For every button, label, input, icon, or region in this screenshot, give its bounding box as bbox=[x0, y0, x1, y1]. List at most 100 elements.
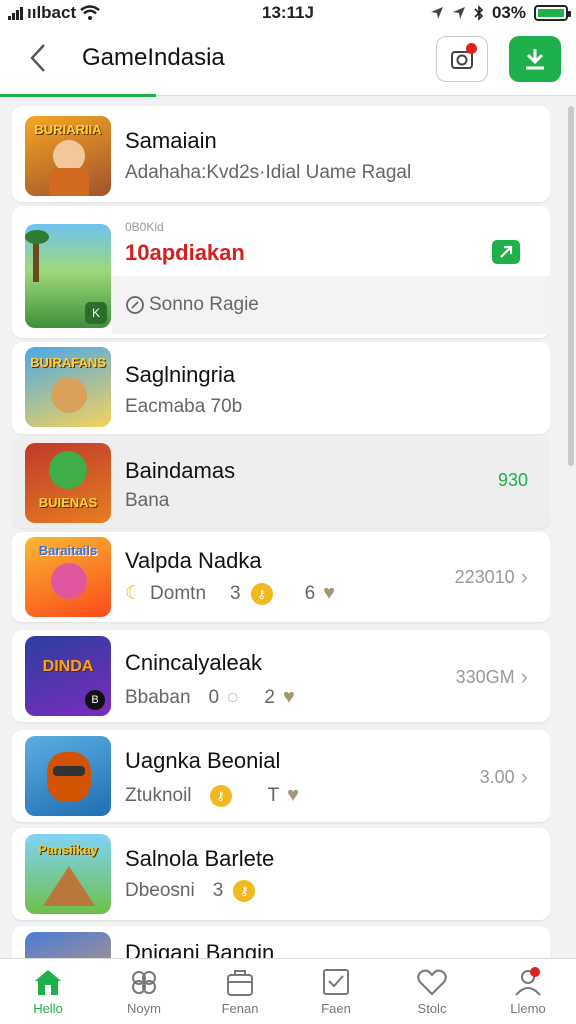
nav-label: Stolc bbox=[417, 1001, 447, 1016]
item-subtitle: Eacmaba 70b bbox=[125, 396, 243, 417]
clover-icon bbox=[132, 971, 156, 994]
game-thumbnail bbox=[25, 932, 111, 958]
nav-label: Noym bbox=[127, 1001, 161, 1016]
nav-label: Llemo bbox=[510, 1001, 546, 1016]
chevron-left-icon bbox=[30, 44, 45, 72]
bottom-navigation: Hello Noym Fenan Faen Stolc Llemo bbox=[0, 958, 576, 1024]
open-button[interactable] bbox=[492, 240, 520, 264]
thumbnail-title: Pansiikay bbox=[38, 842, 98, 857]
page-title: GameIndasia bbox=[82, 44, 225, 71]
item-subtitle: Bana bbox=[125, 490, 170, 511]
game-thumbnail: BURIARIIA bbox=[25, 116, 111, 196]
list-item[interactable]: Baraitails Valpda Nadka ☾ Domtn 3 ⚷ 6 ♥ … bbox=[12, 532, 550, 622]
list-item[interactable]: BUIRAFANS Saglningria Eacmaba 70b bbox=[12, 342, 550, 434]
nav-item-home[interactable]: Hello bbox=[0, 959, 96, 1024]
list-item[interactable]: Uagnka Beonial Ztuknoil ⚷ T ♥ 3.00 › bbox=[12, 730, 550, 822]
camera-button[interactable] bbox=[436, 36, 488, 82]
apple-icon: ◌ bbox=[227, 686, 239, 708]
item-title: Dnigani Bangin bbox=[125, 940, 275, 958]
notification-dot bbox=[530, 967, 540, 977]
game-thumbnail: K bbox=[25, 224, 111, 328]
back-button[interactable] bbox=[18, 38, 58, 78]
item-subtitle: Domtn bbox=[150, 582, 207, 604]
thumbnail-title: BUIENAS bbox=[38, 495, 98, 510]
item-meta: 3.00 bbox=[479, 766, 515, 787]
key-icon: ⚷ bbox=[233, 880, 256, 902]
item-subtitle: Sonno Ragie bbox=[149, 294, 259, 315]
item-subtitle: Ztuknoil bbox=[125, 784, 192, 806]
thumbnail-title: Baraitails bbox=[38, 543, 98, 558]
item-meta: 223010 bbox=[454, 566, 515, 587]
list-item[interactable]: K 0B0Kid 10apdiakan Sonno Ragie bbox=[12, 206, 550, 338]
list-item[interactable]: DINDA B Cnincalyaleak Bbaban 0 ◌ 2 ♥ 330… bbox=[12, 630, 550, 722]
list-item[interactable]: BUIENAS Baindamas Bana 930 bbox=[12, 438, 550, 528]
item-subtitle: Adahaha:Kvd2s·Idial Uame Ragal bbox=[125, 162, 412, 183]
chevron-right-icon: › bbox=[520, 664, 528, 689]
chevron-right-icon: › bbox=[520, 764, 528, 789]
airplane-icon bbox=[452, 7, 465, 19]
tab-indicator bbox=[0, 94, 156, 97]
nav-label: Faen bbox=[321, 1001, 351, 1016]
nav-item-3[interactable]: Fenan bbox=[192, 959, 288, 1024]
scrollbar[interactable] bbox=[568, 106, 574, 466]
game-thumbnail: DINDA B bbox=[25, 636, 111, 716]
heart-icon bbox=[417, 969, 447, 996]
item-title: 10apdiakan bbox=[125, 240, 245, 265]
stat-count: 3 bbox=[230, 582, 241, 604]
key-icon: ⚷ bbox=[250, 582, 273, 605]
download-icon bbox=[526, 49, 544, 70]
checkbox-icon bbox=[323, 969, 349, 995]
thumbnail-title: BUIRAFANS bbox=[30, 355, 106, 370]
status-bar: ıılbact 13:11J 03% bbox=[0, 0, 576, 26]
thumbnail-title: BURIARIIA bbox=[34, 122, 102, 137]
stat-count: 0 bbox=[208, 686, 220, 708]
clock-icon bbox=[126, 296, 144, 314]
heart-icon: ♥ bbox=[287, 784, 300, 806]
top-app-bar: GameIndasia bbox=[0, 26, 576, 97]
location-icon bbox=[430, 7, 443, 19]
game-list: BURIARIIA Samaiain Adahaha:Kvd2s·Idial U… bbox=[12, 106, 550, 958]
open-arrow-icon bbox=[500, 245, 513, 258]
nav-item-5[interactable]: Stolc bbox=[384, 959, 480, 1024]
stat-count: 3 bbox=[212, 880, 224, 901]
nav-item-2[interactable]: Noym bbox=[96, 959, 192, 1024]
item-title: Saglningria bbox=[125, 362, 236, 387]
game-thumbnail: BUIENAS bbox=[25, 443, 111, 523]
item-title: Cnincalyaleak bbox=[125, 650, 262, 675]
list-item[interactable]: Dnigani Bangin bbox=[12, 926, 550, 958]
nav-item-4[interactable]: Faen bbox=[288, 959, 384, 1024]
heart-icon: ♥ bbox=[323, 582, 336, 604]
nav-item-profile[interactable]: Llemo bbox=[480, 959, 576, 1024]
key-icon: ⚷ bbox=[209, 784, 232, 807]
item-title: Uagnka Beonial bbox=[125, 748, 281, 773]
chevron-right-icon: › bbox=[520, 564, 528, 589]
list-item[interactable]: Pansiikay Salnola Barlete Dbeosni 3 ⚷ bbox=[12, 828, 550, 920]
game-thumbnail: BUIRAFANS bbox=[25, 347, 111, 427]
corner-badge: B bbox=[85, 690, 105, 710]
list-item[interactable]: BURIARIIA Samaiain Adahaha:Kvd2s·Idial U… bbox=[12, 106, 550, 202]
bluetooth-icon bbox=[474, 5, 484, 21]
battery-icon bbox=[534, 5, 571, 21]
moon-icon: ☾ bbox=[125, 583, 143, 604]
item-title: Samaiain bbox=[125, 128, 217, 153]
item-title: Valpda Nadka bbox=[125, 548, 262, 573]
like-count: 6 bbox=[304, 582, 316, 604]
thumbnail-title: DINDA bbox=[42, 658, 94, 675]
battery-percent: 03% bbox=[491, 3, 526, 22]
game-thumbnail: Baraitails bbox=[25, 537, 111, 617]
home-icon bbox=[35, 970, 61, 995]
download-button[interactable] bbox=[509, 36, 561, 82]
item-meta: 330GM bbox=[455, 666, 515, 687]
notification-dot bbox=[466, 43, 477, 54]
item-meta: 930 bbox=[497, 470, 528, 490]
heart-icon: ♥ bbox=[282, 686, 295, 708]
bag-icon bbox=[227, 970, 253, 996]
nav-label: Hello bbox=[33, 1001, 63, 1016]
game-thumbnail: Pansiikay bbox=[25, 834, 111, 914]
item-caption: 0B0Kid bbox=[125, 220, 164, 234]
like-count: 2 bbox=[264, 686, 275, 708]
game-thumbnail bbox=[25, 736, 111, 816]
nav-label: Fenan bbox=[221, 1001, 259, 1016]
item-title: Salnola Barlete bbox=[125, 846, 275, 871]
item-subtitle: Dbeosni bbox=[125, 880, 195, 901]
